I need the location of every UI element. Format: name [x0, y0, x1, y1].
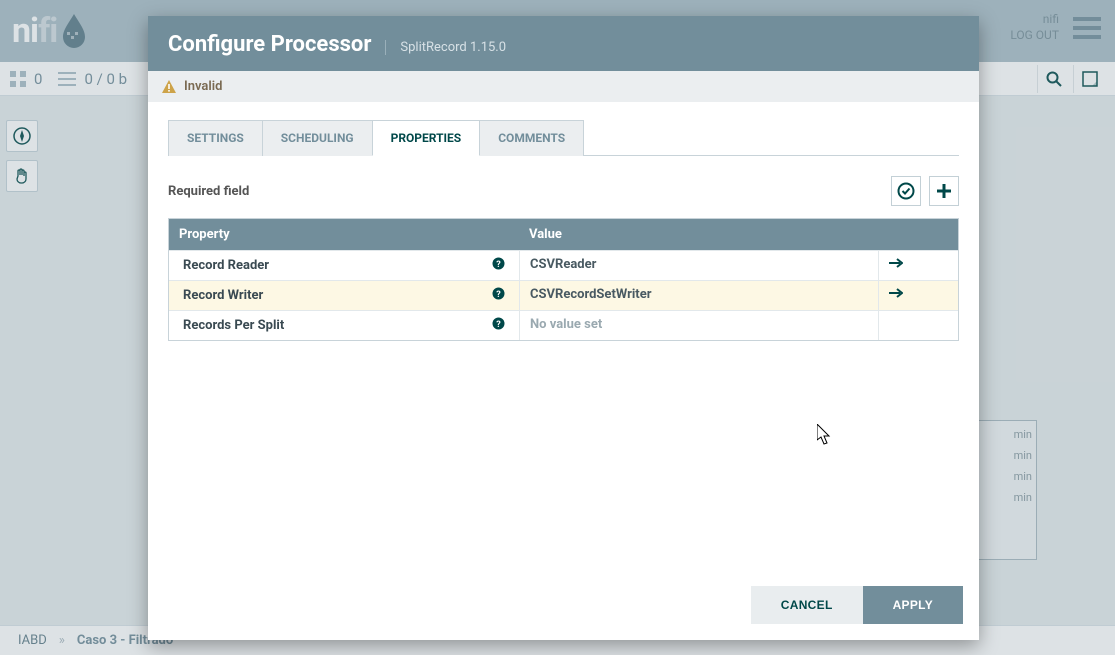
tab-properties[interactable]: PROPERTIES	[372, 120, 481, 156]
tab-comments[interactable]: COMMENTS	[479, 120, 584, 156]
dialog-body: SETTINGS SCHEDULING PROPERTIES COMMENTS …	[148, 102, 979, 574]
dialog-tabs: SETTINGS SCHEDULING PROPERTIES COMMENTS	[168, 120, 959, 156]
verify-properties-button[interactable]	[891, 176, 921, 206]
apply-button[interactable]: APPLY	[863, 586, 963, 624]
dialog-footer: CANCEL APPLY	[148, 574, 979, 640]
property-action	[878, 311, 958, 340]
col-header-property: Property	[169, 219, 519, 250]
property-value[interactable]: CSVRecordSetWriter	[519, 281, 878, 310]
table-row[interactable]: Records Per Split? No value set	[169, 310, 958, 340]
tab-settings[interactable]: SETTINGS	[168, 120, 263, 156]
help-icon[interactable]: ?	[492, 257, 505, 274]
required-field-label: Required field	[168, 184, 249, 199]
property-action[interactable]	[878, 281, 958, 310]
property-value[interactable]: CSVReader	[519, 251, 878, 280]
arrow-right-icon	[889, 288, 903, 298]
warning-icon	[162, 80, 176, 94]
svg-text:?: ?	[496, 320, 501, 330]
table-row[interactable]: Record Writer? CSVRecordSetWriter	[169, 280, 958, 310]
property-action[interactable]	[878, 251, 958, 280]
help-icon[interactable]: ?	[492, 287, 505, 304]
add-property-button[interactable]	[929, 176, 959, 206]
tab-scheduling[interactable]: SCHEDULING	[262, 120, 373, 156]
property-name: Records Per Split	[183, 318, 284, 333]
dialog-header: Configure Processor SplitRecord 1.15.0	[148, 16, 979, 71]
plus-icon	[936, 183, 952, 199]
properties-table: Property Value Record Reader?CSVReaderRe…	[168, 218, 959, 341]
table-header: Property Value	[169, 219, 958, 250]
help-icon[interactable]: ?	[492, 317, 505, 334]
property-value[interactable]: No value set	[519, 311, 878, 340]
validation-banner: Invalid	[148, 71, 979, 102]
table-row[interactable]: Record Reader? CSVReader	[169, 250, 958, 280]
dialog-title: Configure Processor	[168, 32, 371, 57]
check-circle-icon	[897, 182, 915, 200]
svg-text:?: ?	[496, 290, 501, 300]
arrow-right-icon	[889, 258, 903, 268]
configure-processor-dialog: Configure Processor SplitRecord 1.15.0 I…	[148, 16, 979, 640]
cancel-button[interactable]: CANCEL	[751, 586, 863, 624]
property-name: Record Writer	[183, 288, 263, 303]
dialog-subtitle: SplitRecord 1.15.0	[385, 40, 506, 55]
col-header-value: Value	[519, 219, 878, 250]
property-name: Record Reader	[183, 258, 269, 273]
validation-text: Invalid	[184, 79, 222, 94]
svg-text:?: ?	[496, 260, 501, 270]
